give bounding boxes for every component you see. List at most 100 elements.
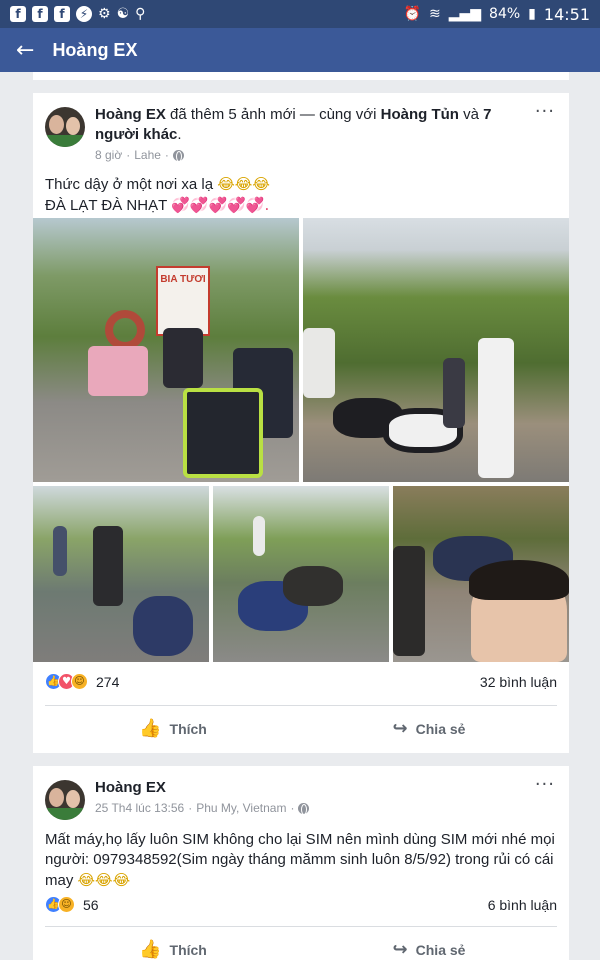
- post-time[interactable]: 8 giờ: [95, 148, 122, 162]
- share-icon: ↪: [392, 939, 408, 960]
- beer-sign: BIA TƯƠI: [156, 266, 210, 336]
- thumbs-up-icon: 👍: [139, 939, 162, 960]
- post-stats: 👍 ☺ 56 6 bình luận: [33, 896, 569, 913]
- tagged-user-link[interactable]: Hoàng Tủn: [381, 106, 459, 123]
- share-label: Chia sẻ: [415, 941, 466, 958]
- author-link[interactable]: Hoàng EX: [95, 106, 166, 123]
- person: [93, 526, 123, 606]
- meta-separator: ·: [188, 801, 193, 815]
- post-headline: Hoàng EX đã thêm 5 ảnh mới — cùng với Ho…: [95, 105, 527, 145]
- post-actions: 👍 Thích ↪ Chia sẻ: [45, 705, 557, 751]
- post-text: Mất máy,họ lấy luôn SIM không cho lại SI…: [33, 830, 569, 891]
- post-time[interactable]: 25 Th4 lúc 13:56: [95, 801, 184, 815]
- post-card: Hoàng EX 25 Th4 lúc 13:56 · Phu My, Viet…: [33, 766, 569, 960]
- laughing-emoji: 😂😂😂: [77, 871, 131, 889]
- person: [53, 526, 67, 576]
- post-header: Hoàng EX đã thêm 5 ảnh mới — cùng với Ho…: [33, 93, 569, 162]
- post-card: Hoàng EX đã thêm 5 ảnh mới — cùng với Ho…: [33, 93, 569, 753]
- facebook-icon: f: [54, 6, 70, 22]
- person: [253, 516, 265, 556]
- post-stats: 👍 ♥ ☺ 274 32 bình luận: [33, 673, 569, 690]
- status-bar: f f f ⚡ ⚙ ☯ ⚲ ⏰ ≋ ▂▄▆ 84% ▮ 14:51: [0, 0, 600, 28]
- yin-yang-icon: ☯: [116, 6, 130, 22]
- facebook-icon: f: [10, 6, 26, 22]
- post-meta: 25 Th4 lúc 13:56 · Phu My, Vietnam ·: [95, 801, 527, 815]
- share-button[interactable]: ↪ Chia sẻ: [301, 927, 557, 960]
- globe-icon: [172, 149, 184, 162]
- like-button[interactable]: 👍 Thích: [45, 706, 301, 751]
- reactions[interactable]: 👍 ♥ ☺: [45, 673, 88, 690]
- post-text-line: ĐÀ LẠT ĐÀ NHẠT 💞💞💞💞💞.: [45, 195, 557, 216]
- back-arrow-icon[interactable]: ←: [16, 38, 34, 63]
- post-location[interactable]: Phu My, Vietnam: [196, 801, 286, 815]
- meta-separator: ·: [164, 148, 169, 162]
- signal-icon: ▂▄▆: [448, 6, 482, 22]
- app-bar: ← Hoàng EX: [0, 28, 600, 72]
- previous-post-edge: [33, 72, 569, 80]
- haha-reaction-icon: ☺: [58, 896, 75, 913]
- meta-separator: ·: [126, 148, 131, 162]
- motorbike: [283, 566, 343, 606]
- text-line: Thức dậy ở một nơi xa lạ: [45, 176, 214, 193]
- post-actions: 👍 Thích ↪ Chia sẻ: [45, 926, 557, 960]
- post-headline: Hoàng EX: [95, 778, 527, 798]
- text-line: ĐÀ LẠT ĐÀ NHẠT: [45, 197, 167, 214]
- post-location[interactable]: Lahe: [134, 148, 161, 162]
- photo[interactable]: [393, 486, 569, 662]
- photo[interactable]: [33, 486, 209, 662]
- person: [478, 338, 514, 478]
- tire: [105, 310, 145, 350]
- comment-count[interactable]: 32 bình luận: [480, 674, 557, 690]
- post-text-line: Thức dậy ở một nơi xa lạ 😂😂😂: [45, 174, 557, 195]
- like-label: Thích: [169, 941, 207, 958]
- share-label: Chia sẻ: [415, 720, 466, 737]
- more-options-icon[interactable]: ···: [535, 774, 555, 795]
- post-header-text: Hoàng EX đã thêm 5 ảnh mới — cùng với Ho…: [95, 105, 557, 162]
- person: [443, 358, 465, 428]
- post-header: Hoàng EX 25 Th4 lúc 13:56 · Phu My, Viet…: [33, 766, 569, 820]
- headline-text: đã thêm 5 ảnh mới — cùng với: [165, 106, 381, 123]
- selfie-hair: [469, 560, 569, 600]
- share-button[interactable]: ↪ Chia sẻ: [301, 706, 557, 751]
- location-icon: ⚲: [135, 6, 146, 22]
- author-link[interactable]: Hoàng EX: [95, 779, 166, 796]
- page-title: Hoàng EX: [52, 39, 138, 60]
- reaction-count[interactable]: 56: [83, 897, 99, 913]
- reaction-count[interactable]: 274: [96, 674, 119, 690]
- photo[interactable]: [303, 218, 569, 482]
- battery-percent: 84%: [489, 6, 521, 22]
- more-options-icon[interactable]: ···: [535, 101, 555, 122]
- building: [303, 328, 335, 398]
- person: [163, 328, 203, 388]
- post-text: Thức dậy ở một nơi xa lạ 😂😂😂 ĐÀ LẠT ĐÀ N…: [33, 174, 569, 216]
- comment-count[interactable]: 6 bình luận: [488, 897, 557, 913]
- clock: 14:51: [543, 4, 590, 24]
- laughing-emoji: 😂😂😂: [217, 175, 270, 193]
- post-meta: 8 giờ · Lahe ·: [95, 148, 527, 162]
- avatar[interactable]: [45, 780, 85, 820]
- haha-reaction-icon: ☺: [71, 673, 88, 690]
- headline-and: và: [458, 106, 484, 123]
- photo[interactable]: BIA TƯƠI: [33, 218, 299, 482]
- thumbs-up-icon: 👍: [139, 718, 162, 739]
- alarm-icon: ⏰: [403, 6, 421, 22]
- system-icons: ⏰ ≋ ▂▄▆ 84% ▮ 14:51: [404, 5, 590, 24]
- like-button[interactable]: 👍 Thích: [45, 927, 301, 960]
- battery-icon: ▮: [528, 6, 536, 22]
- reactions[interactable]: 👍 ☺: [45, 896, 75, 913]
- person: [88, 346, 148, 396]
- wifi-icon: ≋: [429, 6, 441, 22]
- share-icon: ↪: [392, 718, 408, 739]
- notification-icons: f f f ⚡ ⚙ ☯ ⚲: [10, 6, 145, 22]
- post-header-text: Hoàng EX 25 Th4 lúc 13:56 · Phu My, Viet…: [95, 778, 557, 820]
- heart-emoji: 💞💞💞💞💞.: [171, 196, 270, 214]
- photo-grid: BIA TƯƠI: [33, 218, 569, 662]
- photo[interactable]: [213, 486, 389, 662]
- sign-text: BIA TƯƠI: [160, 274, 206, 285]
- motorbike: [133, 596, 193, 656]
- person: [393, 546, 425, 656]
- meta-separator: ·: [290, 801, 295, 815]
- settings-app-icon: ⚙: [98, 6, 111, 22]
- facebook-icon: f: [32, 6, 48, 22]
- avatar[interactable]: [45, 107, 85, 147]
